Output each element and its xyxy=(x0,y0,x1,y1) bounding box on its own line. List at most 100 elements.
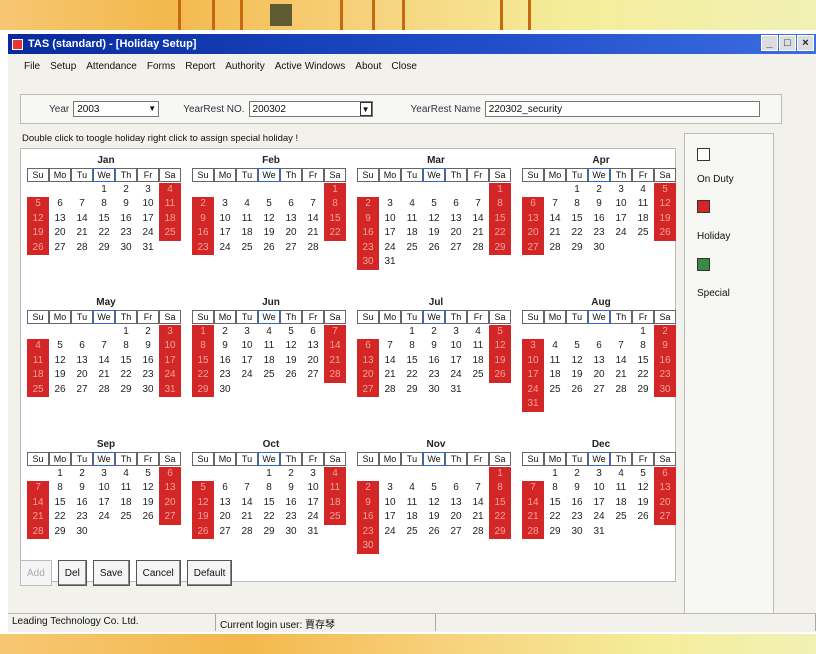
day-cell[interactable]: 8 xyxy=(115,339,137,354)
day-cell[interactable]: 6 xyxy=(280,197,302,212)
day-cell[interactable]: 13 xyxy=(588,354,610,369)
day-cell[interactable]: 7 xyxy=(467,481,489,496)
menu-file[interactable]: File xyxy=(24,61,40,72)
day-cell[interactable]: 18 xyxy=(610,496,632,511)
holiday-day-cell[interactable]: 14 xyxy=(522,495,544,510)
day-cell[interactable]: 15 xyxy=(544,496,566,511)
day-cell[interactable]: 8 xyxy=(401,339,423,354)
maximize-button[interactable]: □ xyxy=(779,35,796,51)
day-cell[interactable]: 10 xyxy=(302,481,324,496)
holiday-day-cell[interactable]: 25 xyxy=(27,382,49,397)
day-cell[interactable]: 21 xyxy=(93,368,115,383)
day-cell[interactable]: 26 xyxy=(280,368,302,383)
day-cell[interactable]: 7 xyxy=(71,197,93,212)
day-cell[interactable]: 10 xyxy=(137,197,159,212)
holiday-day-cell[interactable]: 7 xyxy=(522,481,544,496)
day-cell[interactable]: 5 xyxy=(423,481,445,496)
day-cell[interactable]: 5 xyxy=(258,197,280,212)
day-cell[interactable]: 29 xyxy=(258,525,280,540)
day-cell[interactable]: 15 xyxy=(632,354,654,369)
day-cell[interactable]: 28 xyxy=(610,383,632,398)
day-cell[interactable]: 17 xyxy=(445,354,467,369)
holiday-day-cell[interactable]: 8 xyxy=(324,197,346,212)
day-cell[interactable]: 4 xyxy=(467,325,489,340)
holiday-day-cell[interactable]: 4 xyxy=(27,339,49,354)
day-cell[interactable]: 19 xyxy=(423,510,445,525)
holiday-day-cell[interactable]: 13 xyxy=(522,211,544,226)
day-cell[interactable]: 9 xyxy=(280,481,302,496)
holiday-day-cell[interactable]: 13 xyxy=(357,353,379,368)
day-cell[interactable]: 16 xyxy=(115,212,137,227)
yearrest-name-field[interactable]: 220302_security xyxy=(484,101,760,117)
holiday-day-cell[interactable]: 8 xyxy=(192,339,214,354)
day-cell[interactable]: 4 xyxy=(115,467,137,482)
holiday-day-cell[interactable]: 18 xyxy=(324,495,346,510)
day-cell[interactable]: 29 xyxy=(49,525,71,540)
day-cell[interactable]: 12 xyxy=(423,212,445,227)
holiday-day-cell[interactable]: 25 xyxy=(324,510,346,525)
day-cell[interactable]: 22 xyxy=(401,368,423,383)
holiday-day-cell[interactable]: 25 xyxy=(159,226,181,241)
menu-about[interactable]: About xyxy=(355,61,381,72)
day-cell[interactable]: 6 xyxy=(71,339,93,354)
holiday-day-cell[interactable]: 21 xyxy=(324,353,346,368)
day-cell[interactable]: 14 xyxy=(93,354,115,369)
day-cell[interactable]: 30 xyxy=(214,383,236,398)
day-cell[interactable]: 22 xyxy=(258,510,280,525)
day-cell[interactable]: 29 xyxy=(544,525,566,540)
holiday-day-cell[interactable]: 19 xyxy=(27,226,49,241)
day-cell[interactable]: 12 xyxy=(258,212,280,227)
day-cell[interactable]: 25 xyxy=(401,525,423,540)
day-cell[interactable]: 15 xyxy=(115,354,137,369)
day-cell[interactable]: 21 xyxy=(467,226,489,241)
holiday-day-cell[interactable]: 31 xyxy=(522,397,544,412)
day-cell[interactable]: 17 xyxy=(93,496,115,511)
day-cell[interactable]: 16 xyxy=(588,212,610,227)
day-cell[interactable]: 10 xyxy=(445,339,467,354)
holiday-day-cell[interactable]: 12 xyxy=(654,197,676,212)
holiday-day-cell[interactable]: 23 xyxy=(357,240,379,255)
day-cell[interactable]: 20 xyxy=(445,226,467,241)
day-cell[interactable]: 29 xyxy=(115,383,137,398)
holiday-day-cell[interactable]: 16 xyxy=(192,226,214,241)
day-cell[interactable]: 11 xyxy=(632,197,654,212)
day-cell[interactable]: 7 xyxy=(302,197,324,212)
day-cell[interactable]: 15 xyxy=(49,496,71,511)
day-cell[interactable]: 4 xyxy=(401,197,423,212)
day-cell[interactable]: 16 xyxy=(280,496,302,511)
day-cell[interactable]: 12 xyxy=(632,481,654,496)
holiday-day-cell[interactable]: 31 xyxy=(159,382,181,397)
day-cell[interactable]: 26 xyxy=(258,241,280,256)
yearrest-no-select[interactable]: 200302 ▼ xyxy=(248,101,373,117)
holiday-day-cell[interactable]: 17 xyxy=(522,368,544,383)
day-cell[interactable]: 27 xyxy=(445,525,467,540)
day-cell[interactable]: 14 xyxy=(302,212,324,227)
day-cell[interactable]: 17 xyxy=(610,212,632,227)
holiday-day-cell[interactable]: 7 xyxy=(324,324,346,339)
holiday-day-cell[interactable]: 20 xyxy=(522,226,544,241)
day-cell[interactable]: 26 xyxy=(632,510,654,525)
holiday-day-cell[interactable]: 27 xyxy=(159,510,181,525)
chevron-down-icon[interactable]: ▼ xyxy=(359,102,372,116)
day-cell[interactable]: 4 xyxy=(258,325,280,340)
day-cell[interactable]: 24 xyxy=(588,510,610,525)
day-cell[interactable]: 21 xyxy=(236,510,258,525)
day-cell[interactable]: 13 xyxy=(280,212,302,227)
holiday-day-cell[interactable]: 12 xyxy=(489,339,511,354)
holiday-day-cell[interactable]: 9 xyxy=(357,495,379,510)
day-cell[interactable]: 9 xyxy=(566,481,588,496)
day-cell[interactable]: 18 xyxy=(115,496,137,511)
day-cell[interactable]: 1 xyxy=(401,325,423,340)
day-cell[interactable]: 25 xyxy=(236,241,258,256)
holiday-day-cell[interactable]: 5 xyxy=(192,481,214,496)
holiday-day-cell[interactable]: 19 xyxy=(192,510,214,525)
holiday-day-cell[interactable]: 26 xyxy=(654,226,676,241)
holiday-day-cell[interactable]: 27 xyxy=(654,510,676,525)
day-cell[interactable]: 5 xyxy=(49,339,71,354)
holiday-day-cell[interactable]: 17 xyxy=(159,353,181,368)
day-cell[interactable]: 15 xyxy=(258,496,280,511)
day-cell[interactable]: 28 xyxy=(302,241,324,256)
menu-attendance[interactable]: Attendance xyxy=(86,61,137,72)
day-cell[interactable]: 1 xyxy=(632,325,654,340)
holiday-day-cell[interactable]: 16 xyxy=(654,353,676,368)
